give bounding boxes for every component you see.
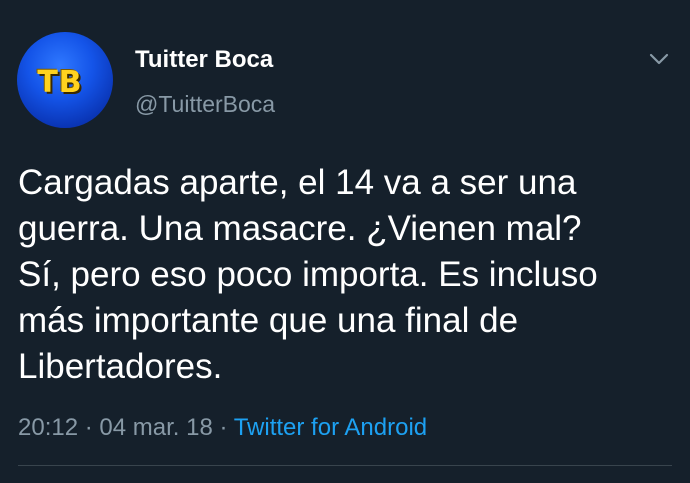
author-handle[interactable]: @TuitterBoca xyxy=(135,91,275,118)
tweet-time: 20:12 xyxy=(18,414,79,441)
chevron-down-icon[interactable] xyxy=(648,50,670,68)
avatar[interactable]: TB xyxy=(17,32,113,128)
tweet-meta: 20:12 · 04 mar. 18 · Twitter for Android xyxy=(18,414,427,442)
meta-separator: · xyxy=(212,414,234,441)
tweet-source-link[interactable]: Twitter for Android xyxy=(234,414,427,441)
divider xyxy=(18,465,672,466)
avatar-initials: TB xyxy=(37,64,83,100)
tweet-text: Cargadas aparte, el 14 va a ser una guer… xyxy=(18,163,598,386)
tweet-card: TB Tuitter Boca @TuitterBoca Cargadas ap… xyxy=(0,0,690,483)
meta-separator: · xyxy=(78,414,100,441)
author-display-name[interactable]: Tuitter Boca xyxy=(135,46,273,74)
tweet-date: 04 mar. 18 xyxy=(99,414,213,441)
